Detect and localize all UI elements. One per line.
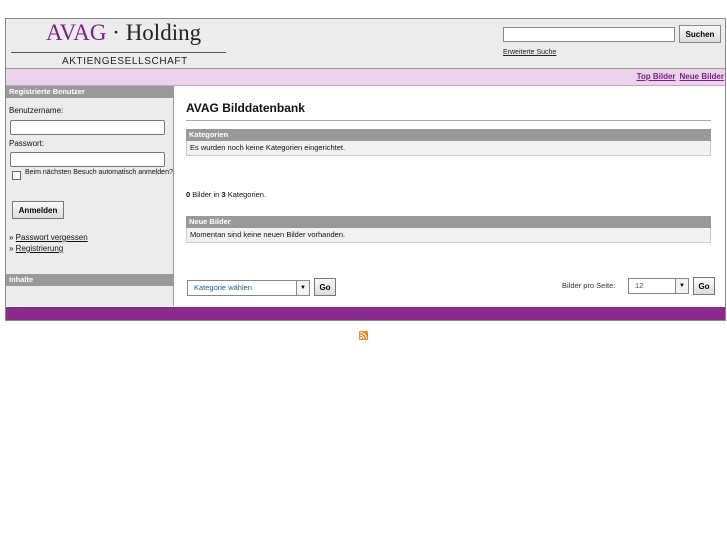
top-images-link[interactable]: Top Bilder [637,72,676,81]
password-input[interactable] [10,152,165,167]
logo-subtitle: AKTIENGESELLSCHAFT [62,56,188,67]
new-images-header: Neue Bilder [186,216,711,228]
logo-holding: Holding [125,20,202,45]
per-page-label: Bilder pro Seite: [562,281,616,290]
username-label: Benutzername: [9,106,64,115]
content-header: Inhalte [6,274,173,286]
username-input[interactable] [10,120,165,135]
remember-label: Beim nächsten Besuch automatisch anmelde… [25,169,173,176]
category-select-value: Kategorie wählen [194,283,252,292]
login-button[interactable]: Anmelden [12,201,64,219]
chevron-down-icon[interactable]: ▼ [675,279,688,293]
register-item: » Registrierung [9,244,63,253]
page-frame: AVAG · Holding AKTIENGESELLSCHAFT Suchen… [5,18,726,321]
stats-text-end: Kategorien. [225,190,267,199]
top-nav-bar: Top Bilder Neue Bilder [6,69,725,86]
per-page-value: 12 [635,281,644,290]
title-divider [186,120,711,121]
chevron-down-icon[interactable]: ▼ [296,281,309,295]
categories-body: Es wurden noch keine Kategorien eingeric… [186,141,711,156]
bullet: » [9,233,16,242]
logo-brand: AVAG [46,20,107,45]
sidebar: Registrierte Benutzer Benutzername: Pass… [6,86,174,306]
category-select[interactable]: Kategorie wählen ▼ [187,280,310,296]
logo-separator: · [106,20,126,45]
new-images-body: Momentan sind keine neuen Bilder vorhand… [186,228,711,243]
page-title: AVAG Bilddatenbank [186,101,305,115]
footer-bar [6,307,725,320]
category-go-button[interactable]: Go [314,278,336,296]
new-images-link[interactable]: Neue Bilder [680,72,724,81]
register-link[interactable]: Registrierung [16,244,64,253]
top-nav-links: Top Bilder Neue Bilder [633,72,724,81]
search-button[interactable]: Suchen [679,25,721,43]
rss-icon[interactable] [359,331,368,340]
remember-checkbox[interactable] [12,171,21,180]
forgot-password-item: » Passwort vergessen [9,233,88,242]
stats-text: Bilder in [190,190,222,199]
search-input[interactable] [503,27,675,42]
password-label: Passwort: [9,139,45,148]
site-header: AVAG · Holding AKTIENGESELLSCHAFT Suchen… [6,19,725,69]
per-page-go-button[interactable]: Go [693,277,715,295]
site-logo[interactable]: AVAG · Holding [46,20,201,46]
advanced-search-link[interactable]: Erweiterte Suche [503,49,556,56]
bullet: » [9,244,16,253]
image-stats: 0 Bilder in 3 Kategorien. [186,190,266,199]
categories-header: Kategorien [186,129,711,141]
per-page-select[interactable]: 12 ▼ [628,278,689,294]
forgot-password-link[interactable]: Passwort vergessen [16,233,88,242]
logo-divider [11,52,226,53]
login-header: Registrierte Benutzer [6,86,173,98]
main-content: AVAG Bilddatenbank Kategorien Es wurden … [174,86,725,306]
